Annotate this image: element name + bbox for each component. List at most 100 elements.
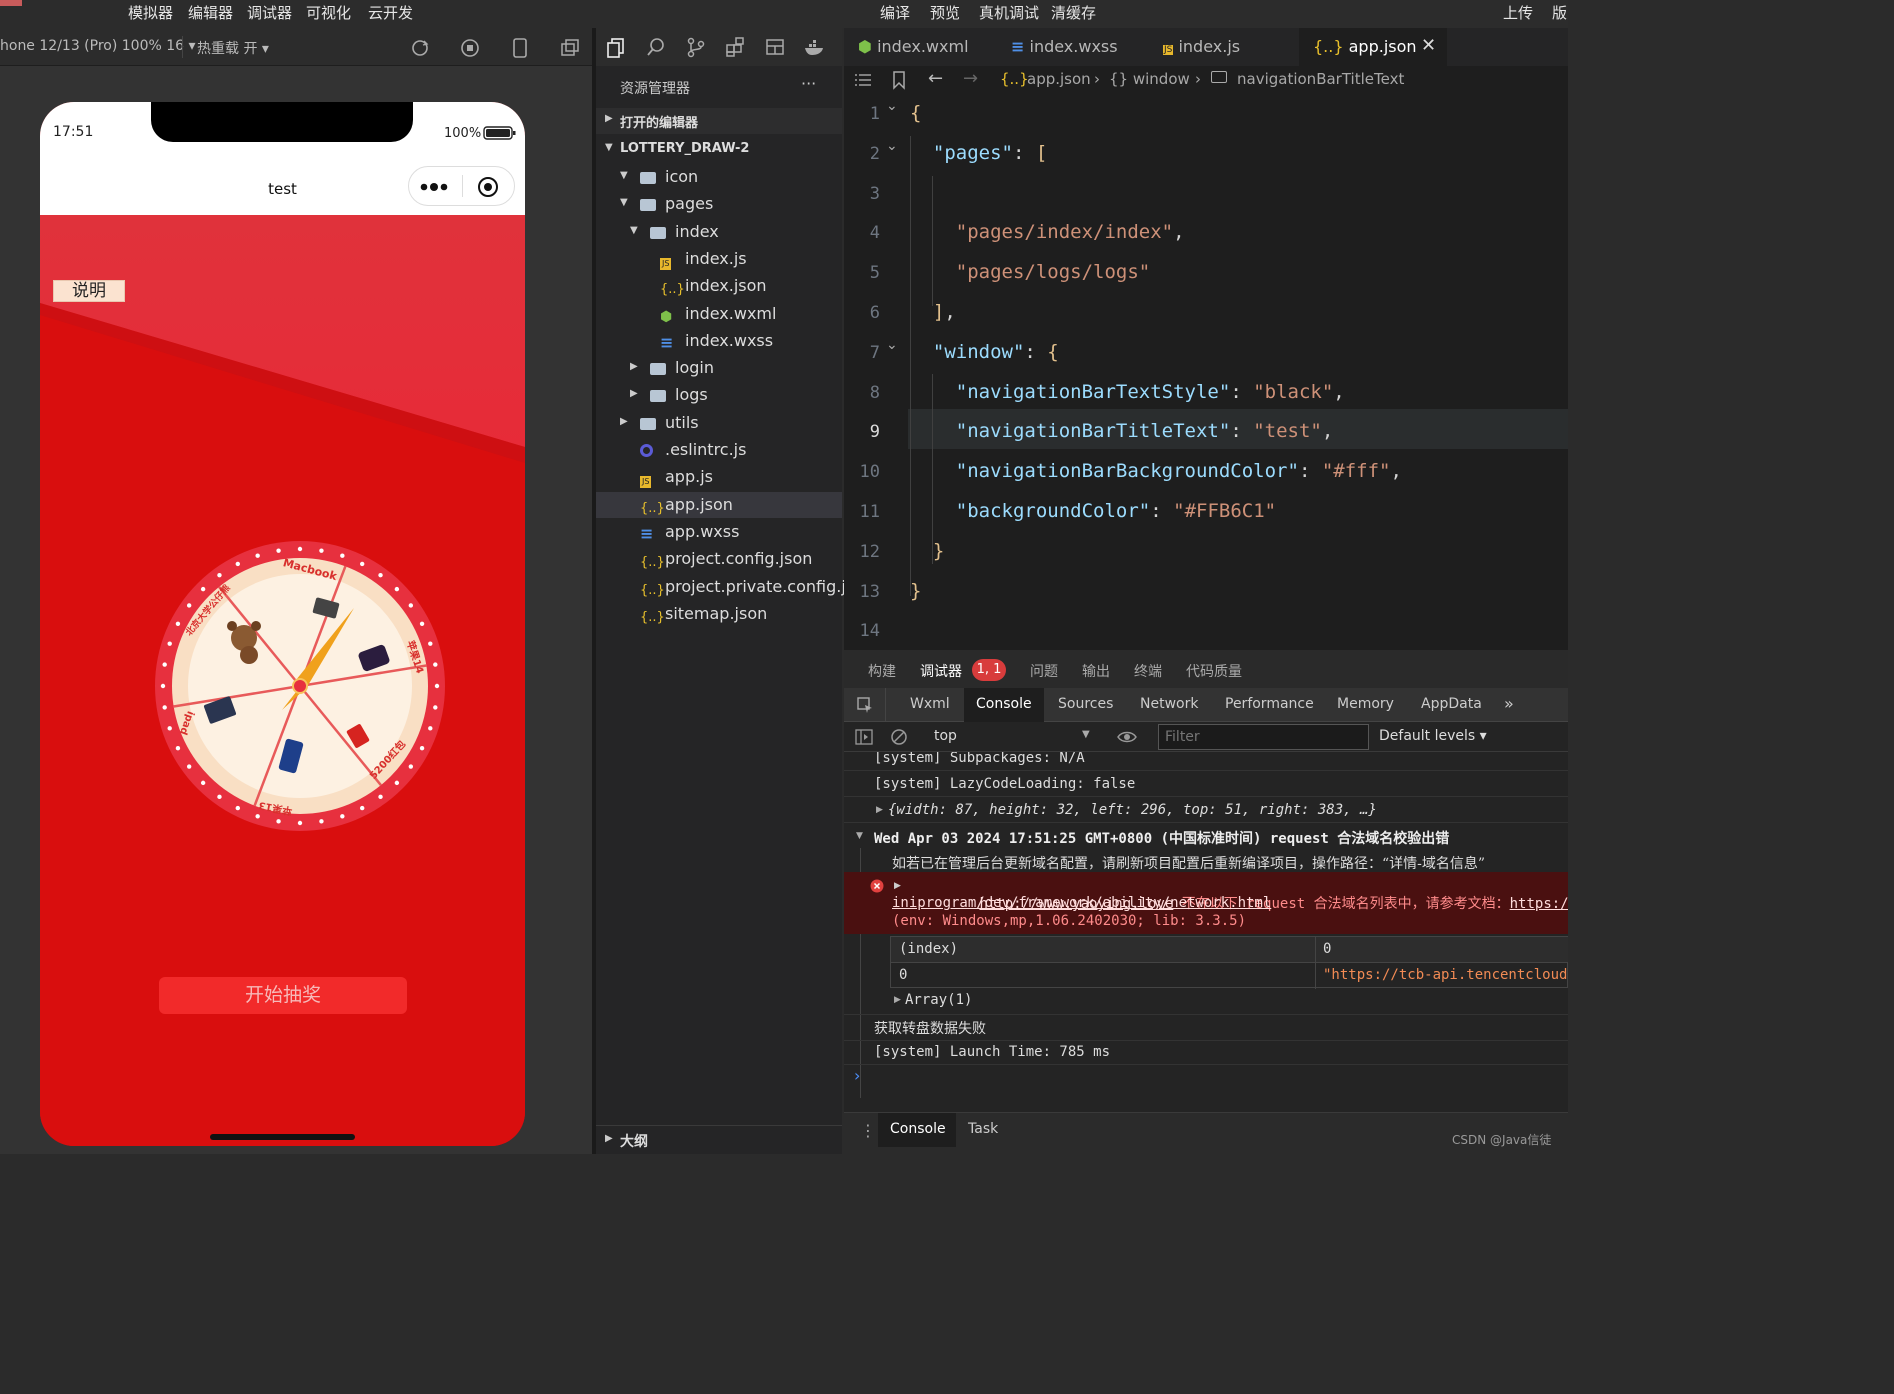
- explain-button[interactable]: 说明: [53, 280, 125, 302]
- tab-problems[interactable]: 问题: [1030, 661, 1058, 681]
- extensions-icon[interactable]: [724, 36, 746, 58]
- error-doc-link[interactable]: https://develop: [1510, 896, 1568, 912]
- more-tabs-icon[interactable]: »: [1504, 694, 1514, 713]
- breadcrumb-window[interactable]: {} window: [1109, 70, 1190, 88]
- code-line[interactable]: }: [910, 540, 944, 562]
- tab-sources[interactable]: Sources: [1058, 696, 1113, 712]
- tree-item-icon[interactable]: ▼ icon: [596, 164, 842, 190]
- clear-console-icon[interactable]: [890, 728, 908, 746]
- windows-icon[interactable]: [559, 37, 581, 59]
- tree-item-pages[interactable]: ▼ pages: [596, 191, 842, 217]
- menu-preview[interactable]: 预览: [930, 2, 960, 23]
- outline-section[interactable]: ▶ 大纲: [596, 1125, 842, 1154]
- tab-index-js[interactable]: JS index.js: [1149, 28, 1299, 66]
- fold-chevron-icon[interactable]: ⌄: [886, 98, 898, 114]
- console-array[interactable]: Array(1): [905, 992, 972, 1008]
- tab-index-wxml[interactable]: ⬢ index.wxml: [844, 28, 997, 66]
- tree-item-project-config-json[interactable]: {..} project.config.json: [596, 546, 842, 572]
- fold-chevron-icon[interactable]: ⌄: [886, 138, 898, 154]
- console-object[interactable]: {width: 87, height: 32, left: 296, top: …: [888, 802, 1377, 818]
- error-doc-link-continued[interactable]: iniprogram/dev/framework/ability/network…: [892, 895, 1271, 911]
- hot-reload-toggle[interactable]: 热重载 开 ▾: [197, 38, 269, 58]
- start-lottery-button[interactable]: 开始抽奖: [159, 977, 407, 1014]
- code-line[interactable]: "backgroundColor": "#FFB6C1": [910, 500, 1276, 522]
- tab-debugger[interactable]: 调试器: [920, 661, 962, 681]
- forward-arrow-icon[interactable]: →: [963, 68, 978, 89]
- menu-simulator[interactable]: 模拟器: [128, 2, 173, 23]
- console-prompt[interactable]: ›: [854, 1066, 860, 1085]
- code-line[interactable]: "navigationBarTextStyle": "black",: [910, 381, 1345, 403]
- tree-item-sitemap-json[interactable]: {..} sitemap.json: [596, 601, 842, 627]
- back-arrow-icon[interactable]: ←: [928, 68, 943, 89]
- tree-item-index[interactable]: ▼ index: [596, 219, 842, 245]
- expand-arrow-icon[interactable]: ▶: [894, 881, 901, 891]
- device-selector[interactable]: hone 12/13 (Pro) 100% 16 ▾: [0, 38, 196, 54]
- layout-icon[interactable]: [764, 36, 786, 58]
- code-line[interactable]: "pages/index/index",: [910, 221, 1185, 243]
- source-control-icon[interactable]: [685, 36, 707, 58]
- menu-editor[interactable]: 编辑器: [188, 2, 233, 23]
- console-group-header[interactable]: Wed Apr 03 2024 17:51:25 GMT+0800 (中国标准时…: [874, 828, 1449, 848]
- tree-item-app-json[interactable]: {..} app.json: [596, 491, 842, 518]
- expand-arrow-icon[interactable]: ▶: [894, 995, 901, 1005]
- code-line[interactable]: "navigationBarTitleText": "test",: [910, 420, 1334, 442]
- console-filter-input[interactable]: [1158, 724, 1369, 750]
- tree-item-app-wxss[interactable]: ≡ app.wxss: [596, 519, 842, 545]
- sidebar-toggle-icon[interactable]: [854, 728, 874, 746]
- tab-performance[interactable]: Performance: [1225, 696, 1314, 712]
- close-miniprogram-icon[interactable]: [477, 176, 499, 198]
- tree-item-app-js[interactable]: JS app.js: [596, 464, 842, 490]
- menu-cloud[interactable]: 云开发: [368, 2, 413, 23]
- bookmark-icon[interactable]: [891, 70, 907, 90]
- tree-item-login[interactable]: ▶ login: [596, 355, 842, 381]
- menu-version[interactable]: 版: [1552, 2, 1567, 23]
- tab-code-quality[interactable]: 代码质量: [1186, 661, 1242, 681]
- code-line[interactable]: }: [910, 580, 921, 602]
- tree-item-index-wxss[interactable]: ≡ index.wxss: [596, 328, 842, 354]
- menu-real-device-debug[interactable]: 真机调试: [979, 2, 1039, 23]
- menu-upload[interactable]: 上传: [1503, 2, 1533, 23]
- menu-visual[interactable]: 可视化: [306, 2, 351, 23]
- context-selector[interactable]: top: [934, 728, 957, 744]
- code-line[interactable]: {: [910, 102, 921, 124]
- tree-item-index-wxml[interactable]: ⬢ index.wxml: [596, 301, 842, 327]
- collapse-arrow-icon[interactable]: ▼: [856, 831, 863, 841]
- tab-wxml[interactable]: Wxml: [910, 696, 950, 712]
- tab-app-json[interactable]: {..} app.json ✕: [1299, 28, 1447, 66]
- breadcrumb-property[interactable]: navigationBarTitleText: [1237, 70, 1404, 88]
- breadcrumb-file[interactable]: app.json: [1027, 70, 1091, 88]
- tab-memory[interactable]: Memory: [1337, 696, 1394, 712]
- code-line[interactable]: "navigationBarBackgroundColor": "#fff",: [910, 460, 1402, 482]
- drawer-tab-task[interactable]: Task: [968, 1121, 998, 1137]
- explorer-more-button[interactable]: ···: [801, 74, 816, 93]
- drawer-menu-icon[interactable]: ⋮: [860, 1121, 876, 1140]
- tab-network[interactable]: Network: [1140, 696, 1198, 712]
- tab-build[interactable]: 构建: [868, 661, 896, 681]
- tab-output[interactable]: 输出: [1082, 661, 1110, 681]
- fold-chevron-icon[interactable]: ⌄: [886, 337, 898, 353]
- code-line[interactable]: "pages/logs/logs": [910, 261, 1150, 283]
- inspect-icon[interactable]: [856, 696, 874, 714]
- tab-appdata[interactable]: AppData: [1421, 696, 1482, 712]
- tree-item-index-json[interactable]: {..} index.json: [596, 273, 842, 299]
- open-editors-section[interactable]: ▶ 打开的编辑器: [596, 108, 842, 134]
- phone-icon[interactable]: [510, 37, 530, 59]
- drawer-tab-console[interactable]: Console: [878, 1113, 956, 1147]
- files-icon[interactable]: [605, 36, 627, 58]
- tab-console-active[interactable]: Console: [964, 688, 1044, 722]
- stop-icon[interactable]: [460, 38, 480, 58]
- list-icon[interactable]: [853, 71, 873, 89]
- project-section[interactable]: ▼ LOTTERY_DRAW-2: [596, 136, 842, 162]
- tab-index-wxss[interactable]: ≡ index.wxss: [997, 28, 1149, 66]
- close-tab-icon[interactable]: ✕: [1421, 35, 1436, 56]
- menu-compile[interactable]: 编译: [880, 2, 910, 23]
- tree-item-logs[interactable]: ▶ logs: [596, 382, 842, 408]
- code-line[interactable]: "pages": [: [910, 142, 1047, 164]
- log-levels-selector[interactable]: Default levels ▾: [1379, 728, 1487, 744]
- docker-icon[interactable]: [803, 36, 827, 58]
- menu-debugger[interactable]: 调试器: [247, 2, 292, 23]
- eye-icon[interactable]: [1116, 728, 1138, 746]
- tree-item-utils[interactable]: ▶ utils: [596, 410, 842, 436]
- refresh-icon[interactable]: [410, 38, 430, 58]
- more-dots-icon[interactable]: [419, 179, 451, 195]
